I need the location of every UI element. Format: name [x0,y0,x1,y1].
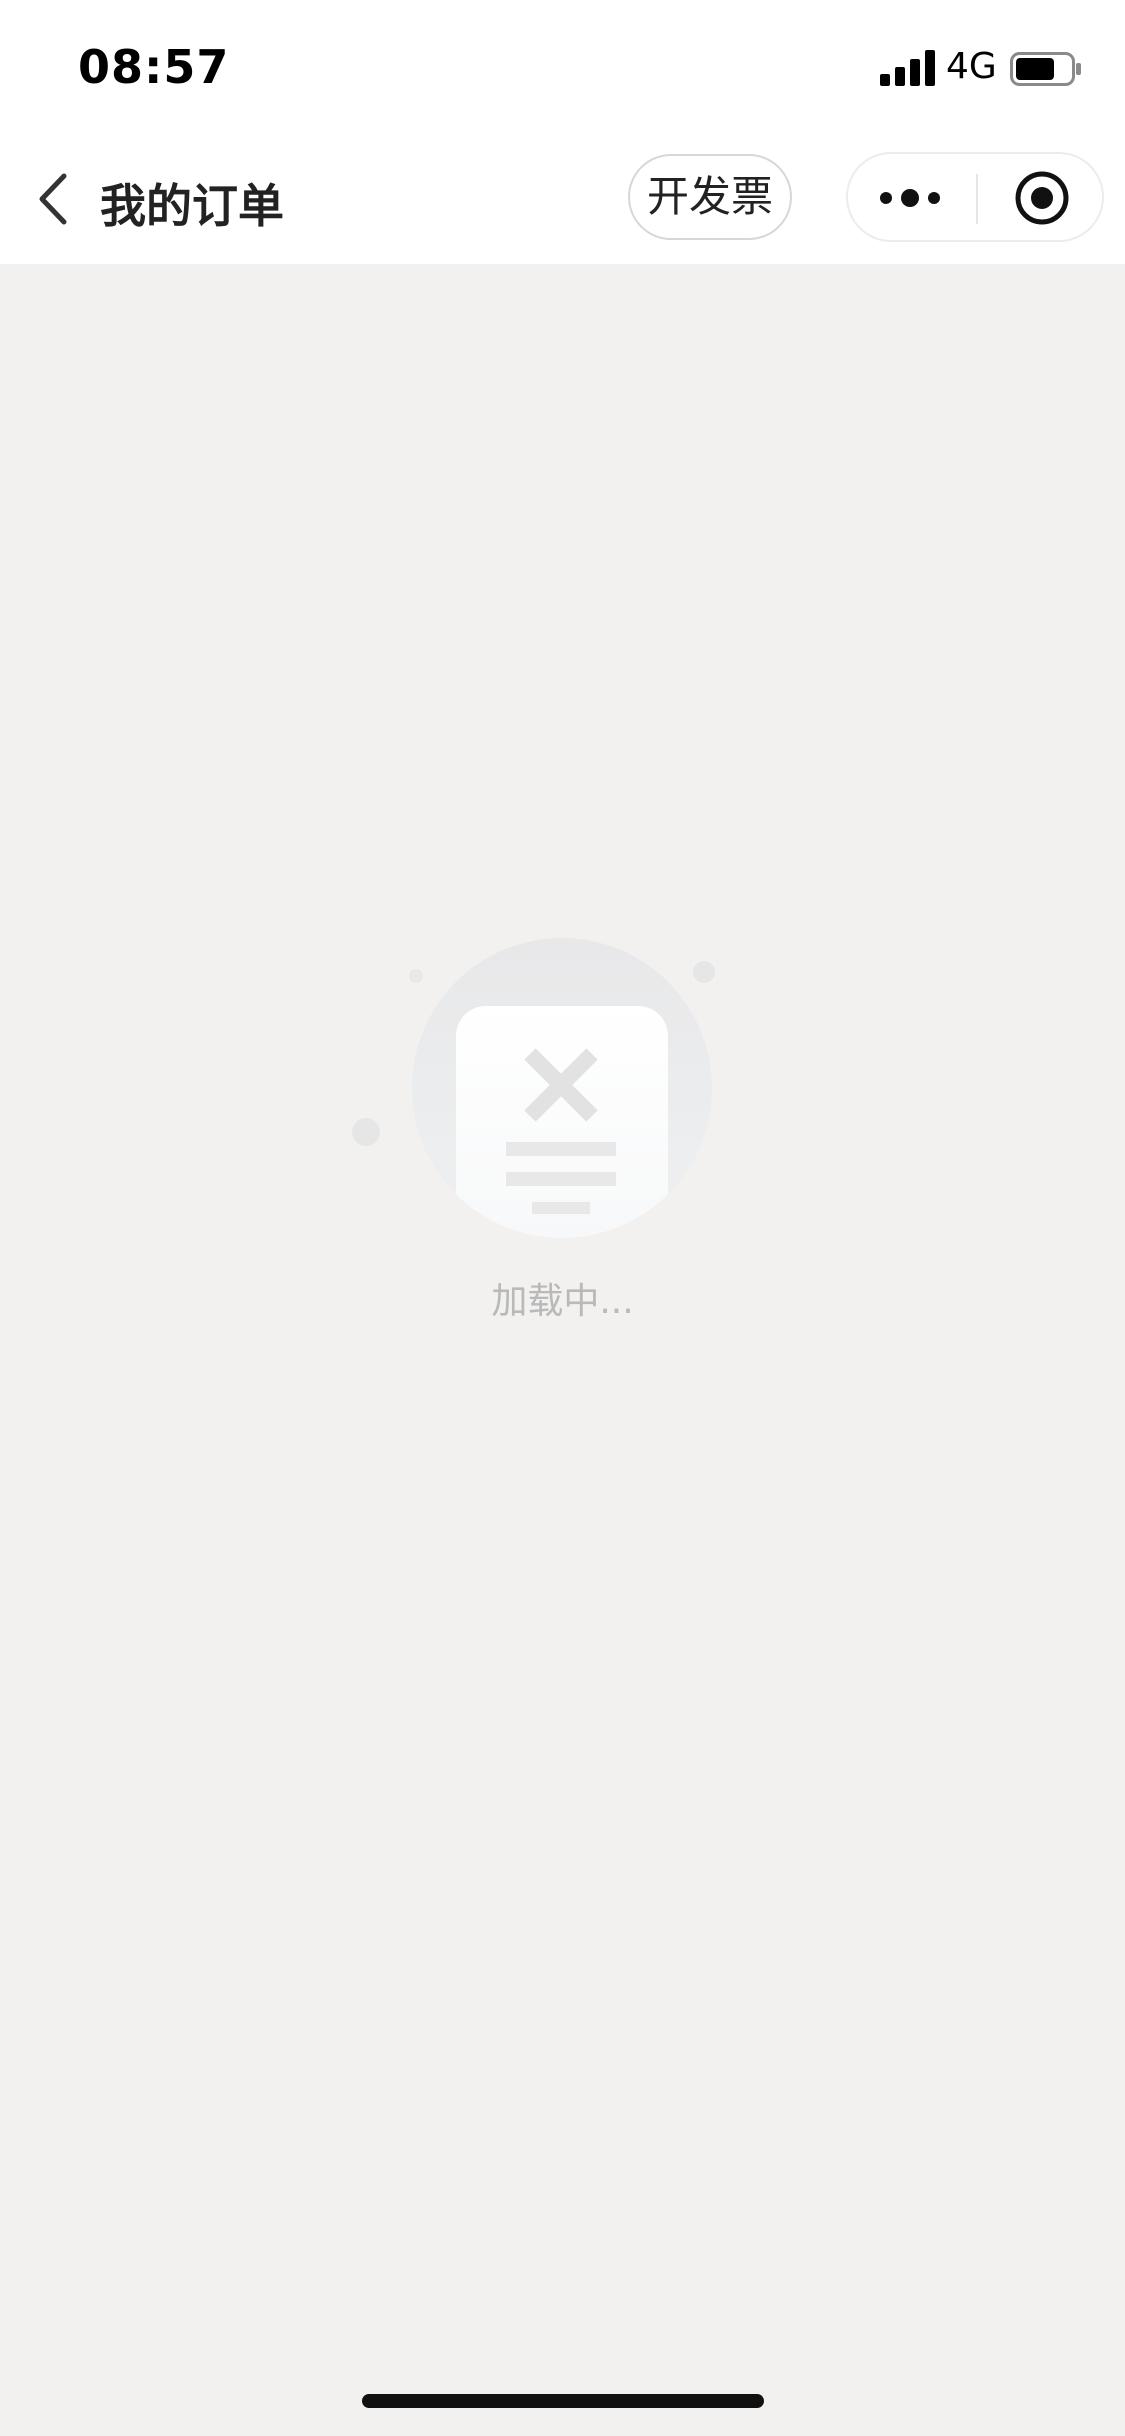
nav-bar: 我的订单 开发票 [0,134,1125,264]
status-bar: 08:57 4G [0,0,1125,134]
empty-document-icon [352,938,715,1238]
battery-icon [1010,52,1081,86]
mini-program-capsule [846,152,1104,242]
close-target-icon[interactable] [1014,170,1070,226]
more-dots-icon[interactable] [878,180,942,216]
page-title: 我的订单 [100,179,284,233]
home-indicator[interactable] [362,2394,764,2408]
status-time: 08:57 [78,40,230,94]
capsule-divider [976,174,978,224]
signal-icon [880,50,935,86]
invoice-button[interactable]: 开发票 [628,154,792,240]
loading-text: 加载中... [491,1281,634,1322]
chevron-left-icon[interactable] [34,170,74,228]
network-label: 4G [946,46,997,87]
screen: 08:57 4G 我的订单 开发票 加载中... [0,0,1125,2436]
